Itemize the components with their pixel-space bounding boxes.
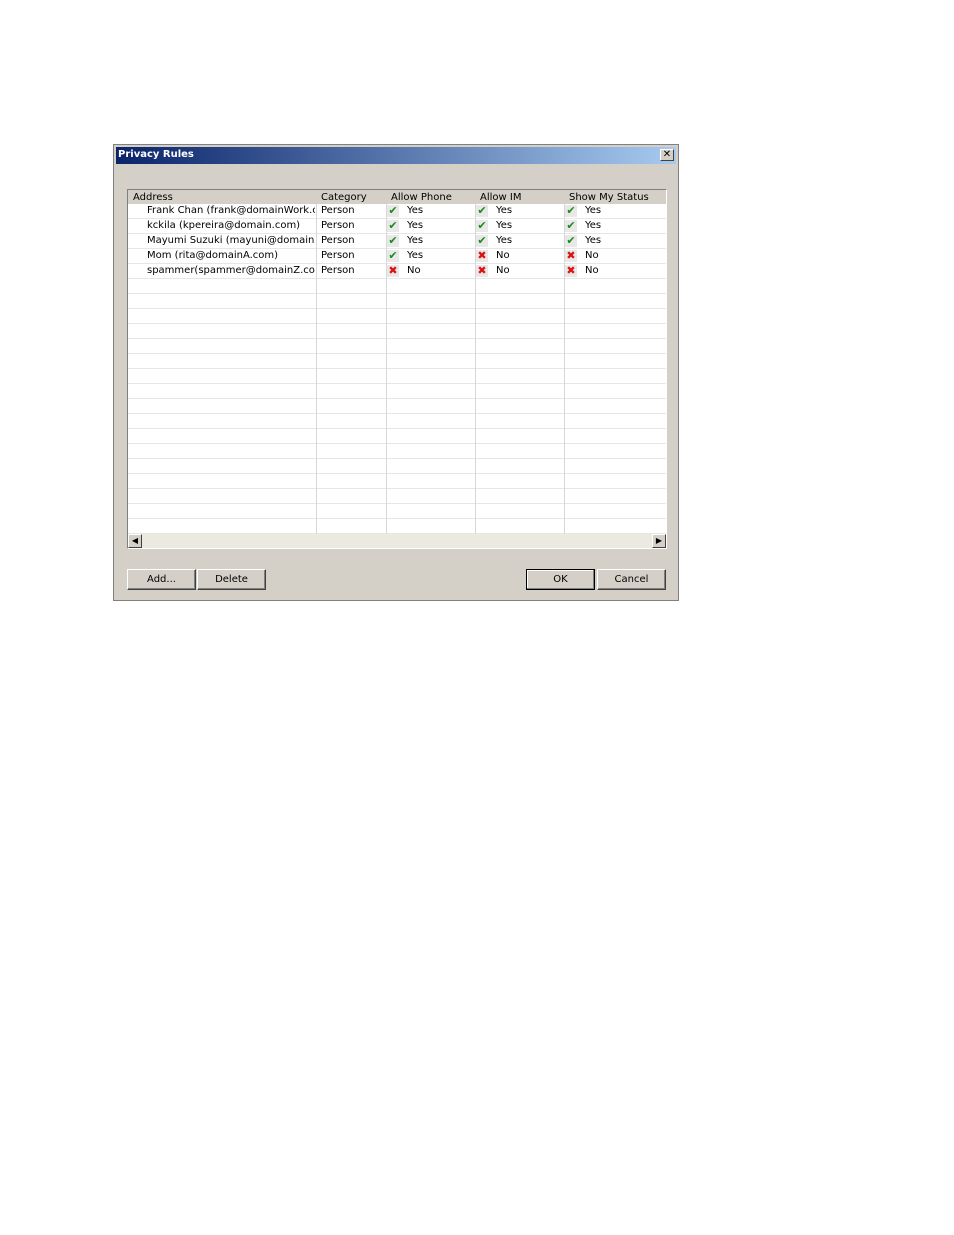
- allow-phone-value: Yes: [407, 220, 424, 231]
- address-cell: Mom (rita@domainA.com): [147, 250, 279, 261]
- table-row: [128, 474, 666, 489]
- table-row: [128, 384, 666, 399]
- allow-phone-value: Yes: [407, 205, 424, 216]
- table-row: [128, 279, 666, 294]
- checkmark-icon[interactable]: ✔: [387, 235, 399, 247]
- table-row[interactable]: Frank Chan (frank@domainWork.c... Person ✔…: [128, 204, 666, 219]
- table-row: [128, 294, 666, 309]
- show-my-status-value: No: [585, 250, 599, 261]
- x-mark-icon[interactable]: ✖: [387, 265, 399, 277]
- column-divider: [475, 204, 476, 534]
- column-header-allow-im[interactable]: Allow IM: [480, 191, 521, 204]
- table-row: [128, 339, 666, 354]
- column-divider: [564, 204, 565, 534]
- delete-button[interactable]: Delete: [197, 569, 266, 590]
- checkmark-icon[interactable]: ✔: [565, 220, 577, 232]
- x-mark-icon[interactable]: ✖: [565, 250, 577, 262]
- checkmark-icon[interactable]: ✔: [387, 220, 399, 232]
- column-header-category[interactable]: Category: [321, 191, 367, 204]
- scroll-right-icon[interactable]: ▶: [652, 534, 666, 548]
- allow-phone-value: Yes: [407, 235, 424, 246]
- address-cell: spammer(spammer@domainZ.com): [147, 265, 315, 276]
- table-row: [128, 354, 666, 369]
- table-row: [128, 324, 666, 339]
- allow-im-value: No: [496, 250, 510, 261]
- category-cell: Person: [321, 235, 355, 246]
- add-button[interactable]: Add...: [127, 569, 196, 590]
- checkmark-icon[interactable]: ✔: [565, 205, 577, 217]
- x-mark-icon[interactable]: ✖: [476, 265, 488, 277]
- column-header-allow-phone[interactable]: Allow Phone: [391, 191, 452, 204]
- table-row: [128, 309, 666, 324]
- category-cell: Person: [321, 250, 355, 261]
- address-cell: kckila (kpereira@domain.com): [147, 220, 301, 231]
- allow-phone-value: Yes: [407, 250, 424, 261]
- table-row: [128, 519, 666, 534]
- category-cell: Person: [321, 205, 355, 216]
- checkmark-icon[interactable]: ✔: [387, 205, 399, 217]
- checkmark-icon[interactable]: ✔: [476, 235, 488, 247]
- table-row: [128, 369, 666, 384]
- x-mark-icon[interactable]: ✖: [476, 250, 488, 262]
- ok-button[interactable]: OK: [526, 569, 595, 590]
- allow-im-value: No: [496, 265, 510, 276]
- cancel-button[interactable]: Cancel: [597, 569, 666, 590]
- table-row: [128, 504, 666, 519]
- checkmark-icon[interactable]: ✔: [476, 205, 488, 217]
- privacy-rules-list[interactable]: Address Category Allow Phone Allow IM Show M…: [127, 189, 667, 549]
- list-header: Address Category Allow Phone Allow IM Show M…: [128, 190, 666, 204]
- allow-im-value: Yes: [496, 220, 513, 231]
- show-my-status-value: No: [585, 265, 599, 276]
- table-row: [128, 444, 666, 459]
- close-icon[interactable]: ✕: [660, 149, 674, 161]
- column-divider: [386, 204, 387, 534]
- table-row: [128, 459, 666, 474]
- horizontal-scrollbar[interactable]: ◀ ▶: [128, 534, 666, 548]
- x-mark-icon[interactable]: ✖: [565, 265, 577, 277]
- table-row[interactable]: kckila (kpereira@domain.com) Person ✔ Yes ✔ Y…: [128, 219, 666, 234]
- address-cell: Mayumi Suzuki (mayuni@domain...: [147, 235, 315, 246]
- dialog-title: Privacy Rules: [118, 149, 194, 160]
- address-cell: Frank Chan (frank@domainWork.c...: [147, 205, 315, 216]
- table-row[interactable]: spammer(spammer@domainZ.com) Person ✖ No ✖ No…: [128, 264, 666, 279]
- category-cell: Person: [321, 265, 355, 276]
- table-row: [128, 429, 666, 444]
- scroll-left-icon[interactable]: ◀: [128, 534, 142, 548]
- table-row: [128, 399, 666, 414]
- checkmark-icon[interactable]: ✔: [476, 220, 488, 232]
- column-divider: [316, 204, 317, 534]
- table-row[interactable]: Mom (rita@domainA.com) Person ✔ Yes ✖ No ✖ No: [128, 249, 666, 264]
- allow-phone-value: No: [407, 265, 421, 276]
- table-row: [128, 489, 666, 504]
- show-my-status-value: Yes: [585, 220, 602, 231]
- category-cell: Person: [321, 220, 355, 231]
- show-my-status-value: Yes: [585, 235, 602, 246]
- checkmark-icon[interactable]: ✔: [387, 250, 399, 262]
- privacy-rules-dialog: Privacy Rules ✕ Address Category Allow Pho…: [113, 144, 679, 601]
- column-header-show-my-status[interactable]: Show My Status: [569, 191, 649, 204]
- title-bar[interactable]: Privacy Rules ✕: [116, 147, 676, 164]
- show-my-status-value: Yes: [585, 205, 602, 216]
- column-header-address[interactable]: Address: [133, 191, 173, 204]
- allow-im-value: Yes: [496, 235, 513, 246]
- checkmark-icon[interactable]: ✔: [565, 235, 577, 247]
- table-row[interactable]: Mayumi Suzuki (mayuni@domain... Person ✔ Ye…: [128, 234, 666, 249]
- allow-im-value: Yes: [496, 205, 513, 216]
- table-row: [128, 414, 666, 429]
